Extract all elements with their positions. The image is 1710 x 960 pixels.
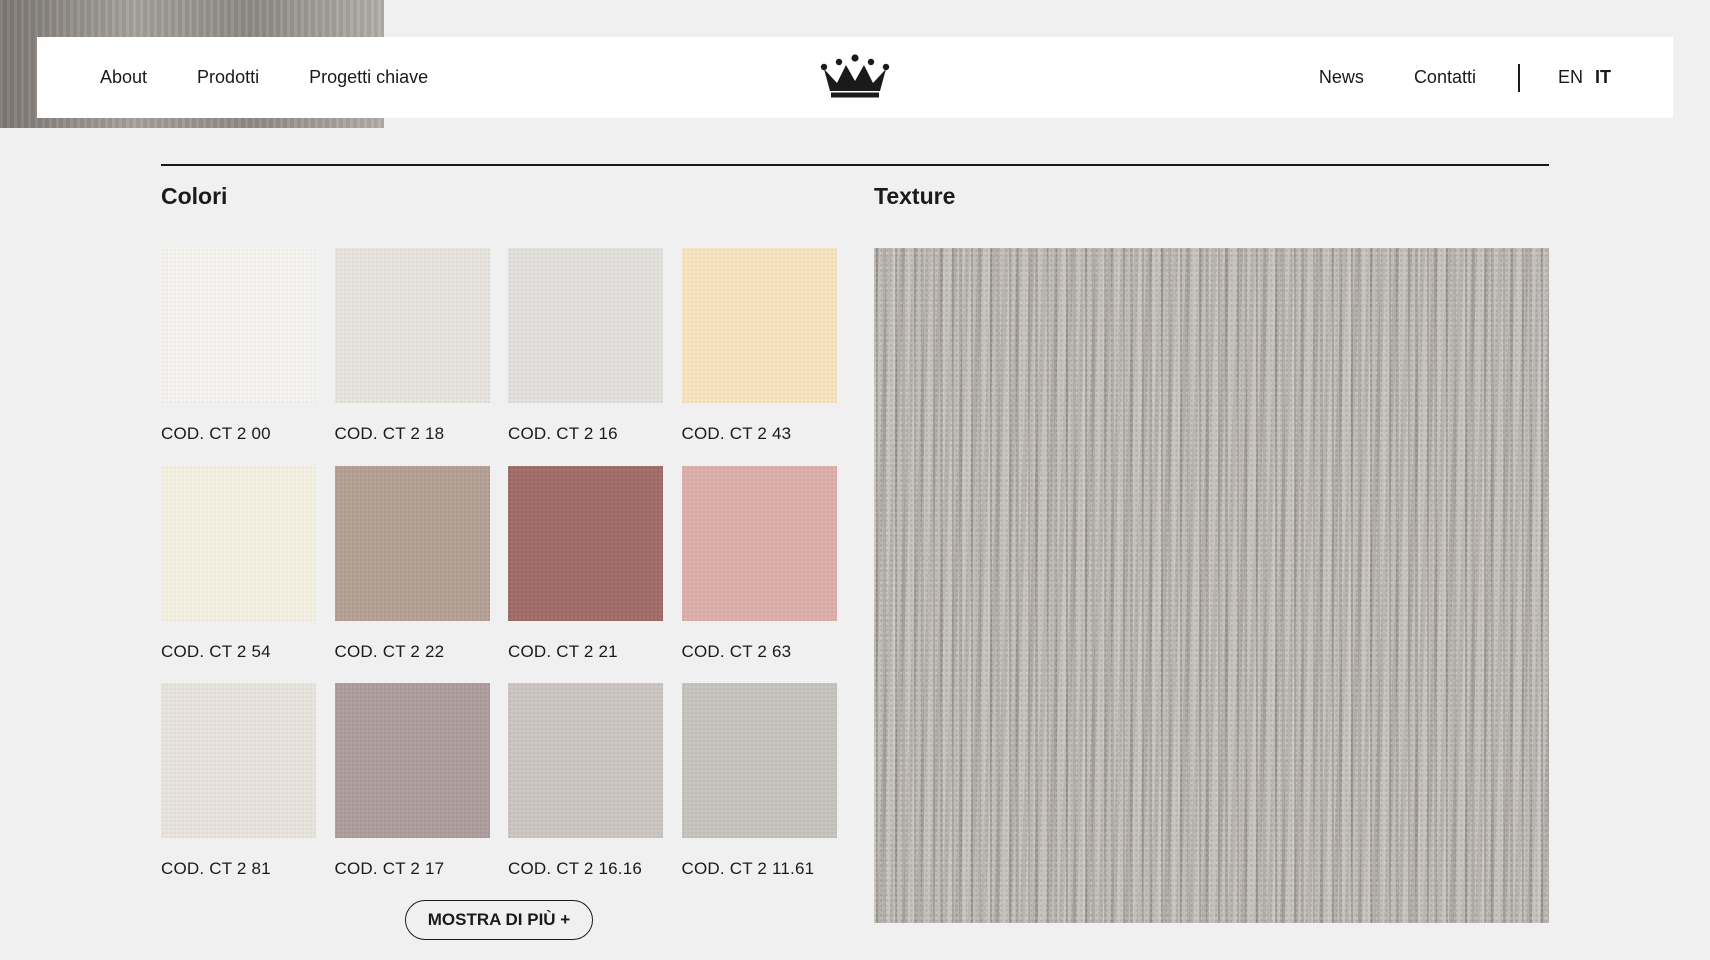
color-code-label: COD. CT 2 43 — [681, 424, 792, 443]
color-code-label: COD. CT 2 63 — [681, 641, 792, 661]
color-code-label: COD. CT 2 18 — [334, 424, 445, 443]
color-swatch[interactable] — [681, 683, 837, 838]
language-en[interactable]: EN — [1558, 67, 1583, 88]
color-swatch[interactable] — [334, 248, 490, 403]
color-code-label: COD. CT 2 16 — [508, 424, 618, 443]
color-swatch-card[interactable]: COD. CT 2 54 — [161, 465, 316, 684]
nav-link-about[interactable]: About — [100, 67, 147, 88]
color-swatch[interactable] — [681, 248, 837, 403]
colors-section-title: Colori — [161, 183, 228, 209]
color-swatch[interactable] — [508, 465, 663, 621]
nav-left: About Prodotti Progetti chiave — [100, 37, 428, 118]
color-code-label: COD. CT 2 21 — [508, 641, 618, 661]
color-swatch-card[interactable]: COD. CT 2 17 — [334, 683, 490, 901]
color-swatch-card[interactable]: COD. CT 2 22 — [334, 465, 490, 684]
color-swatch-card[interactable]: COD. CT 2 21 — [508, 465, 663, 684]
nav-link-progetti-chiave[interactable]: Progetti chiave — [309, 67, 428, 88]
color-swatch-grid: COD. CT 2 00 COD. CT 2 18 COD. CT 2 16 COD.… — [161, 248, 837, 901]
color-code-label: COD. CT 2 81 — [161, 859, 271, 878]
nav-divider — [1517, 63, 1520, 92]
color-swatch-card[interactable]: COD. CT 2 16 — [508, 248, 663, 466]
nav-link-news[interactable]: News — [1319, 67, 1364, 88]
language-it[interactable]: IT — [1595, 67, 1611, 88]
color-swatch[interactable] — [334, 465, 490, 621]
crown-icon[interactable] — [820, 54, 890, 100]
texture-image — [874, 248, 1549, 923]
color-swatch[interactable] — [508, 683, 663, 838]
color-swatch-card[interactable]: COD. CT 2 18 — [334, 248, 490, 466]
color-code-label: COD. CT 2 17 — [334, 859, 445, 878]
color-code-label: COD. CT 2 16.16 — [508, 859, 643, 878]
color-swatch[interactable] — [681, 465, 837, 621]
color-swatch[interactable] — [508, 248, 663, 403]
color-code-label: COD. CT 2 54 — [161, 641, 271, 661]
color-swatch[interactable] — [161, 465, 316, 621]
section-divider — [161, 164, 1549, 166]
texture-section-title: Texture — [874, 183, 956, 209]
color-swatch[interactable] — [161, 683, 316, 838]
color-swatch-card[interactable]: COD. CT 2 81 — [161, 683, 316, 901]
nav-link-contatti[interactable]: Contatti — [1414, 67, 1476, 88]
color-code-label: COD. CT 2 22 — [334, 641, 445, 661]
color-code-label: COD. CT 2 00 — [161, 424, 271, 443]
show-more-button[interactable]: MOSTRA DI PIÙ + — [405, 900, 593, 940]
nav-link-prodotti[interactable]: Prodotti — [197, 67, 259, 88]
nav-right: News Contatti EN IT — [1319, 37, 1611, 118]
color-code-label: COD. CT 2 11.61 — [681, 859, 815, 878]
color-swatch-card[interactable]: COD. CT 2 63 — [681, 465, 837, 684]
color-swatch[interactable] — [161, 248, 316, 403]
top-navbar: About Prodotti Progetti chiave News Cont… — [37, 37, 1673, 118]
color-swatch-card[interactable]: COD. CT 2 11.61 — [681, 683, 837, 901]
color-swatch[interactable] — [334, 683, 490, 838]
color-swatch-card[interactable]: COD. CT 2 16.16 — [508, 683, 663, 901]
color-swatch-card[interactable]: COD. CT 2 00 — [161, 248, 316, 466]
color-swatch-card[interactable]: COD. CT 2 43 — [681, 248, 837, 466]
